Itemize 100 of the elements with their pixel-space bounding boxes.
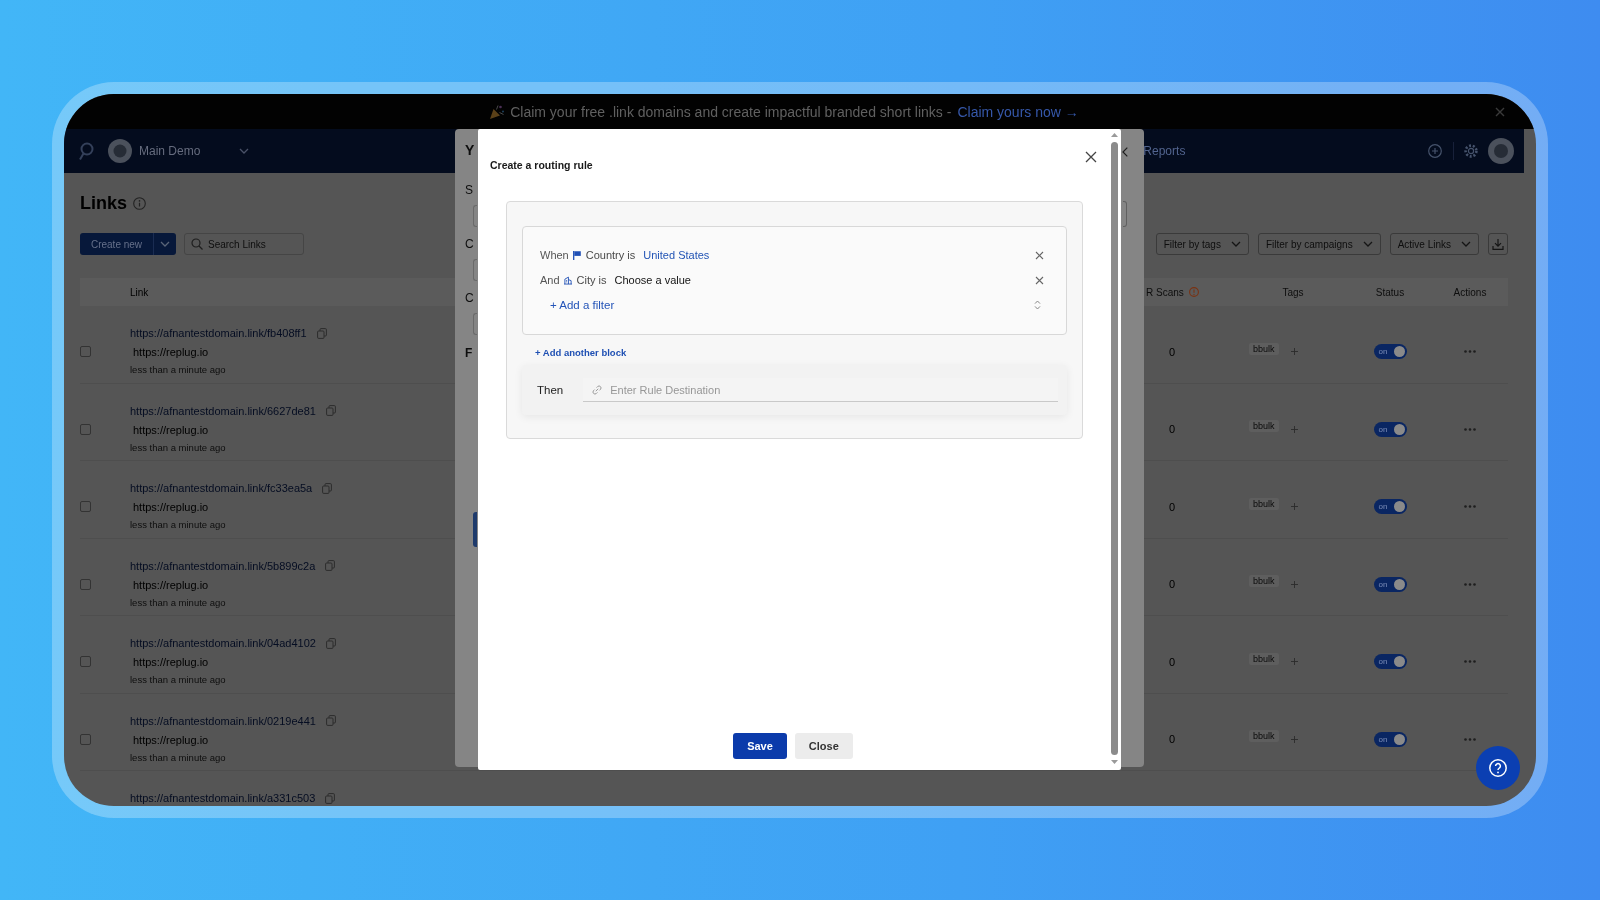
rule-destination-row[interactable]: Then Enter Rule Destination [522, 365, 1067, 415]
close-button[interactable]: Close [794, 733, 853, 759]
plus-icon[interactable] [1290, 735, 1298, 743]
column-header: Actions [1453, 286, 1487, 298]
add-filter-link[interactable]: + Add a filter [550, 299, 615, 311]
input-field[interactable] [473, 205, 477, 227]
avatar-icon[interactable] [108, 139, 132, 163]
search-field[interactable]: Search Links [184, 233, 304, 255]
status-toggle[interactable]: on [1373, 654, 1407, 669]
row-checkbox[interactable] [80, 346, 91, 357]
create-new-button[interactable]: Create new [80, 233, 153, 255]
plus-icon[interactable] [1290, 580, 1298, 588]
tag-chip[interactable]: bbulk [1249, 420, 1279, 432]
short-link[interactable]: https://afnantestdomain.link/0219e441 [130, 713, 316, 728]
party-popper-icon [490, 104, 505, 119]
short-link[interactable]: https://afnantestdomain.link/fb408ff1 [130, 326, 307, 340]
more-icon[interactable] [1464, 737, 1476, 741]
copy-icon[interactable] [325, 405, 336, 416]
destination-url: https://replug.io [133, 345, 209, 359]
plus-icon[interactable] [1290, 658, 1298, 665]
qr-scan-count: 0 [1169, 578, 1176, 590]
chevron-up-down-icon[interactable] [1034, 300, 1041, 310]
tag-chip[interactable]: bbulk [1249, 342, 1279, 355]
status-toggle[interactable]: on [1373, 344, 1407, 359]
more-icon[interactable] [1464, 505, 1476, 508]
row-checkbox[interactable] [80, 578, 91, 590]
condition-field: City is [576, 274, 607, 286]
column-header: Tags [1282, 286, 1304, 298]
status-toggle[interactable]: on [1373, 731, 1407, 747]
row-checkbox[interactable] [80, 501, 91, 512]
copy-icon[interactable] [325, 637, 336, 649]
destination-url: https://replug.io [133, 422, 209, 437]
triangle-up-icon[interactable] [1111, 133, 1118, 137]
condition-value-dropdown[interactable]: Choose a value [614, 274, 691, 286]
copy-icon[interactable] [325, 792, 336, 804]
close-icon[interactable] [1035, 275, 1044, 285]
tag-chip[interactable]: bbulk [1249, 575, 1279, 587]
filter-dropdown[interactable]: Filter by tags [1155, 233, 1249, 255]
condition-value-dropdown[interactable]: United States [643, 249, 710, 261]
status-toggle[interactable]: on [1373, 576, 1407, 592]
tag-chip[interactable]: bbulk [1249, 652, 1279, 665]
building-icon [563, 275, 572, 285]
workspace-switcher[interactable]: Main Demo [139, 144, 250, 158]
row-checkbox[interactable] [80, 423, 91, 435]
close-icon[interactable] [1035, 250, 1044, 260]
more-icon[interactable] [1464, 582, 1476, 586]
scrollbar-thumb[interactable] [1111, 142, 1118, 755]
avatar-icon[interactable] [1488, 138, 1514, 164]
column-header: R Scans [1146, 286, 1184, 298]
plus-icon[interactable] [1290, 503, 1298, 510]
tag-chip[interactable]: bbulk [1249, 497, 1279, 510]
filter-dropdown[interactable]: Active Links [1389, 233, 1479, 255]
input-field[interactable] [473, 259, 477, 281]
row-checkbox[interactable] [80, 733, 91, 745]
plus-icon[interactable] [1290, 348, 1298, 355]
claim-link[interactable]: Claim yours now → [957, 103, 1079, 120]
chevron-down-icon [239, 148, 250, 154]
copy-icon[interactable] [322, 482, 333, 494]
tag-chip[interactable]: bbulk [1249, 730, 1279, 742]
chevron-down-icon [1461, 241, 1471, 247]
more-icon[interactable] [1464, 660, 1476, 663]
input-field[interactable] [1123, 201, 1127, 227]
plus-circle-icon[interactable] [1428, 144, 1442, 158]
section-heading-fragment: F [465, 346, 473, 360]
logo-icon[interactable] [78, 142, 94, 160]
dialog-title-fragment: Y [465, 143, 475, 157]
chevron-down-icon [160, 241, 170, 247]
settings-icon[interactable] [1464, 144, 1478, 158]
copy-icon[interactable] [325, 560, 336, 571]
copy-icon[interactable] [325, 715, 336, 726]
nav-link[interactable]: Reports [1143, 144, 1186, 158]
short-link[interactable]: https://afnantestdomain.link/6627de81 [130, 403, 316, 418]
create-options-button[interactable] [153, 233, 176, 255]
close-icon[interactable] [1085, 151, 1097, 163]
status-toggle[interactable]: on [1373, 499, 1407, 514]
add-block-link[interactable]: + Add another block [535, 347, 627, 359]
save-button[interactable]: Save [733, 733, 787, 759]
button-edge[interactable] [473, 512, 477, 547]
short-link[interactable]: https://afnantestdomain.link/fc33ea5a [130, 481, 313, 495]
column-header: Status [1375, 286, 1405, 298]
status-toggle[interactable]: on [1373, 421, 1407, 437]
download-button[interactable] [1488, 233, 1508, 255]
question-icon [1489, 759, 1507, 777]
more-icon[interactable] [1464, 350, 1476, 353]
short-link[interactable]: https://afnantestdomain.link/5b899c2a [130, 558, 316, 573]
page-title: Links [80, 193, 127, 213]
filter-dropdown[interactable]: Filter by campaigns [1257, 233, 1381, 255]
chevron-down-icon [1362, 241, 1373, 247]
row-checkbox[interactable] [80, 656, 91, 667]
plus-icon[interactable] [1290, 425, 1298, 433]
more-icon[interactable] [1464, 427, 1476, 431]
help-button[interactable] [1476, 746, 1520, 790]
dialog-title: Create a routing rule [490, 158, 593, 172]
input-field[interactable] [473, 313, 477, 335]
short-link[interactable]: https://afnantestdomain.link/a331c503 [130, 791, 316, 805]
short-link[interactable]: https://afnantestdomain.link/04ad4102 [130, 636, 316, 650]
triangle-down-icon[interactable] [1111, 760, 1118, 764]
info-icon[interactable] [133, 196, 146, 210]
copy-icon[interactable] [316, 327, 327, 339]
chevron-left-icon[interactable] [1122, 147, 1128, 157]
